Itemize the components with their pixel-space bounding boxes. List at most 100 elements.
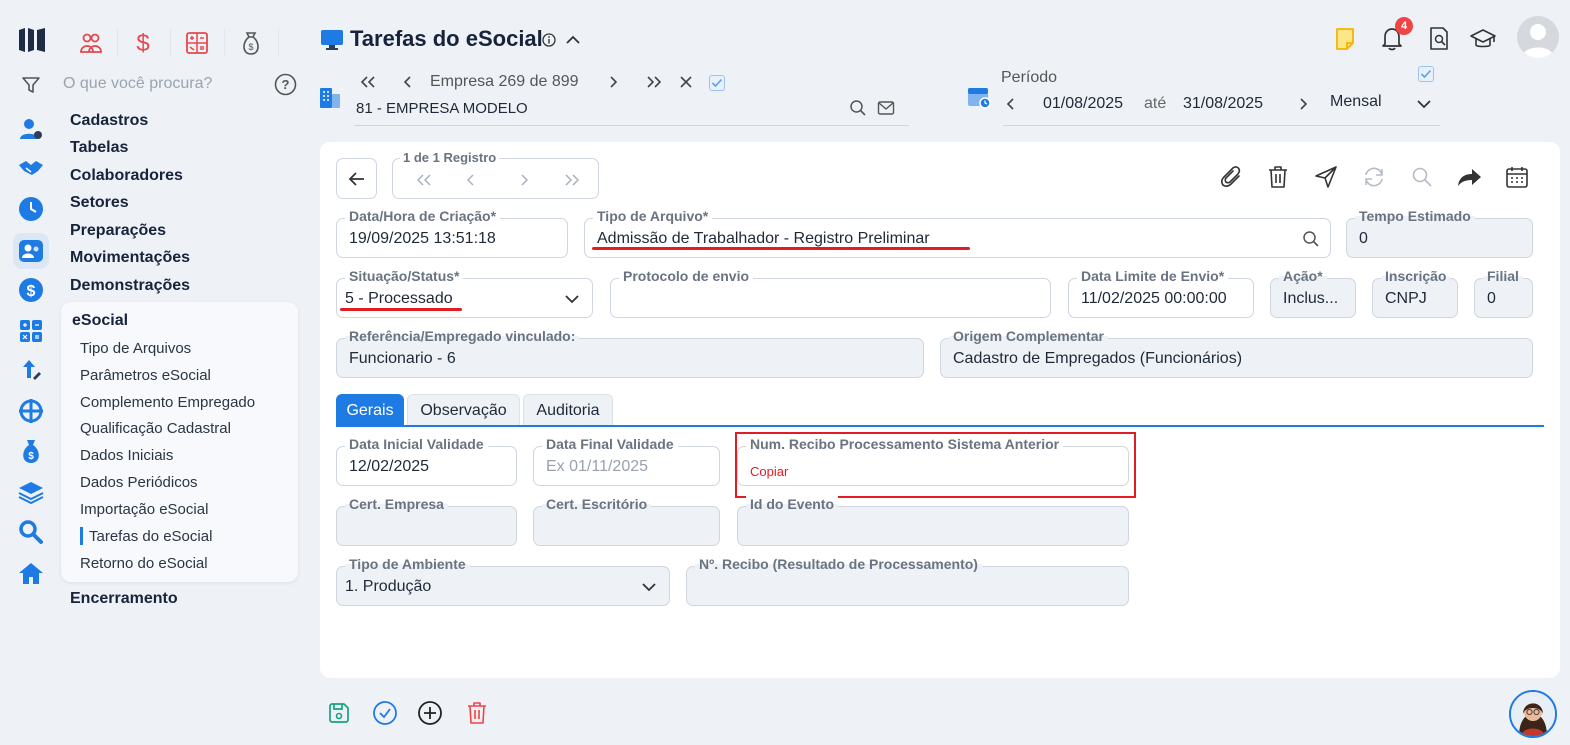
chevron-down-icon[interactable] xyxy=(1411,89,1437,119)
menu-movimentacoes[interactable]: Movimentações xyxy=(70,249,190,267)
empresa-underline xyxy=(354,125,909,126)
calendar-icon[interactable] xyxy=(1502,162,1532,192)
chevron-up-icon[interactable] xyxy=(565,33,581,47)
info-icon[interactable] xyxy=(542,33,556,47)
network-icon[interactable] xyxy=(16,396,46,426)
menu-preparacoes[interactable]: Preparações xyxy=(70,222,166,240)
close-icon[interactable] xyxy=(673,67,699,97)
empresa-name[interactable]: 81 - EMPRESA MODELO xyxy=(356,100,528,117)
empresa-search-icon[interactable] xyxy=(843,93,873,123)
tipo-arquivo-search-icon[interactable] xyxy=(1302,230,1320,248)
data-hora-field[interactable]: Data/Hora de Criação* 19/09/2025 13:51:1… xyxy=(336,208,568,258)
user-settings-icon[interactable] xyxy=(16,114,46,144)
last-empresa-button[interactable] xyxy=(641,67,667,97)
document-search-icon[interactable] xyxy=(1424,24,1454,54)
spreadsheet-module-icon[interactable] xyxy=(182,28,212,58)
submenu-item-tipo-arquivos[interactable]: Tipo de Arquivos xyxy=(80,340,191,357)
send-icon[interactable] xyxy=(1311,162,1341,192)
inscricao-value: CNPJ xyxy=(1385,290,1427,307)
magnifier-icon[interactable] xyxy=(16,517,46,547)
submenu-item-dados-iniciais[interactable]: Dados Iniciais xyxy=(80,447,173,464)
money-bag-module-icon[interactable]: $ xyxy=(236,28,266,58)
assistant-avatar[interactable] xyxy=(1509,690,1557,738)
mail-icon[interactable] xyxy=(871,93,901,123)
next-period-button[interactable] xyxy=(1290,89,1316,119)
home-icon[interactable] xyxy=(16,558,46,588)
menu-encerramento[interactable]: Encerramento xyxy=(70,590,178,608)
delete-icon[interactable] xyxy=(462,698,492,728)
people-module-icon[interactable] xyxy=(76,28,106,58)
dollar-icon[interactable]: $ xyxy=(16,275,46,305)
avatar[interactable] xyxy=(1517,16,1559,58)
prev-empresa-button[interactable] xyxy=(395,67,421,97)
graduation-cap-icon[interactable] xyxy=(1468,24,1498,54)
protocolo-field[interactable]: Protocolo de envio xyxy=(610,268,1051,318)
acao-field[interactable]: Ação* Inclus... xyxy=(1270,268,1356,318)
period-end[interactable]: 31/08/2025 xyxy=(1183,95,1263,113)
menu-demonstracoes[interactable]: Demonstrações xyxy=(70,277,190,295)
filter-icon[interactable] xyxy=(16,70,46,100)
search-icon[interactable] xyxy=(1407,162,1437,192)
tipo-ambiente-chevron-down-icon[interactable] xyxy=(641,581,657,593)
back-button[interactable] xyxy=(336,158,377,199)
save-icon[interactable] xyxy=(324,698,354,728)
confirm-icon[interactable] xyxy=(370,698,400,728)
arrow-up-pen-icon[interactable] xyxy=(16,356,46,386)
clock-icon[interactable] xyxy=(16,194,46,224)
cert-escritorio-field: Cert. Escritório xyxy=(533,496,720,546)
period-mode-select[interactable]: Mensal xyxy=(1330,93,1382,111)
prev-period-button[interactable] xyxy=(998,89,1024,119)
tab-observacao[interactable]: Observação xyxy=(407,394,520,427)
submenu-item-qualificacao[interactable]: Qualificação Cadastral xyxy=(80,420,231,437)
dollar-module-icon[interactable]: $ xyxy=(128,28,158,58)
handshake-icon[interactable] xyxy=(16,153,46,183)
layers-icon[interactable] xyxy=(16,477,46,507)
first-record-button[interactable] xyxy=(409,165,439,195)
tipo-ambiente-select[interactable]: Tipo de Ambiente 1. Produção xyxy=(336,556,670,606)
help-icon[interactable]: ? xyxy=(274,73,297,96)
money-bag-icon[interactable]: $ xyxy=(16,436,46,466)
menu-colaboradores[interactable]: Colaboradores xyxy=(70,167,183,185)
people-icon[interactable] xyxy=(16,236,46,266)
next-record-button[interactable] xyxy=(509,165,539,195)
tab-gerais[interactable]: Gerais xyxy=(336,394,404,427)
trash-icon[interactable] xyxy=(1263,162,1293,192)
data-inicial-field[interactable]: Data Inicial Validade 12/02/2025 xyxy=(336,436,517,486)
refresh-icon[interactable] xyxy=(1359,162,1389,192)
add-icon[interactable] xyxy=(415,698,445,728)
first-empresa-button[interactable] xyxy=(355,67,381,97)
submenu-item-importacao[interactable]: Importação eSocial xyxy=(80,501,208,518)
submenu-item-dados-periodicos[interactable]: Dados Periódicos xyxy=(80,474,198,491)
next-empresa-button[interactable] xyxy=(600,67,626,97)
notes-icon[interactable] xyxy=(1330,24,1360,54)
submenu-title[interactable]: eSocial xyxy=(72,312,128,330)
last-record-button[interactable] xyxy=(557,165,587,195)
attach-icon[interactable] xyxy=(1216,162,1246,192)
forward-icon[interactable] xyxy=(1455,162,1485,192)
submenu-item-parametros[interactable]: Parâmetros eSocial xyxy=(80,367,211,384)
tipo-arquivo-field[interactable]: Tipo de Arquivo* Admissão de Trabalhador… xyxy=(584,208,1331,258)
empresa-counter: Empresa 269 de 899 xyxy=(430,73,579,90)
situacao-chevron-down-icon[interactable] xyxy=(564,293,580,305)
inscricao-label: Inscrição xyxy=(1381,268,1451,284)
search-input[interactable]: O que você procura? xyxy=(63,75,212,93)
empresa-checkbox[interactable] xyxy=(709,75,725,91)
period-start[interactable]: 01/08/2025 xyxy=(1043,95,1123,113)
num-recibo-field[interactable]: Num. Recibo Processamento Sistema Anteri… xyxy=(737,436,1129,486)
periodo-checkbox[interactable] xyxy=(1418,66,1434,82)
acao-value: Inclus... xyxy=(1283,290,1339,307)
svg-text:$: $ xyxy=(27,283,36,300)
data-final-field[interactable]: Data Final Validade Ex 01/11/2025 xyxy=(533,436,720,486)
situacao-select[interactable]: Situação/Status* 5 - Processado xyxy=(336,268,593,318)
menu-setores[interactable]: Setores xyxy=(70,194,129,212)
prev-record-button[interactable] xyxy=(456,165,486,195)
submenu-item-complemento[interactable]: Complemento Empregado xyxy=(80,394,255,411)
tab-auditoria[interactable]: Auditoria xyxy=(523,394,613,427)
data-limite-field[interactable]: Data Limite de Envio* 11/02/2025 00:00:0… xyxy=(1068,268,1254,318)
calculator-icon[interactable] xyxy=(16,316,46,346)
submenu-item-retorno[interactable]: Retorno do eSocial xyxy=(80,555,208,572)
submenu-item-tarefas[interactable]: Tarefas do eSocial xyxy=(89,528,212,545)
copiar-link[interactable]: Copiar xyxy=(750,464,788,479)
menu-tabelas[interactable]: Tabelas xyxy=(70,139,128,157)
menu-cadastros[interactable]: Cadastros xyxy=(70,112,148,130)
